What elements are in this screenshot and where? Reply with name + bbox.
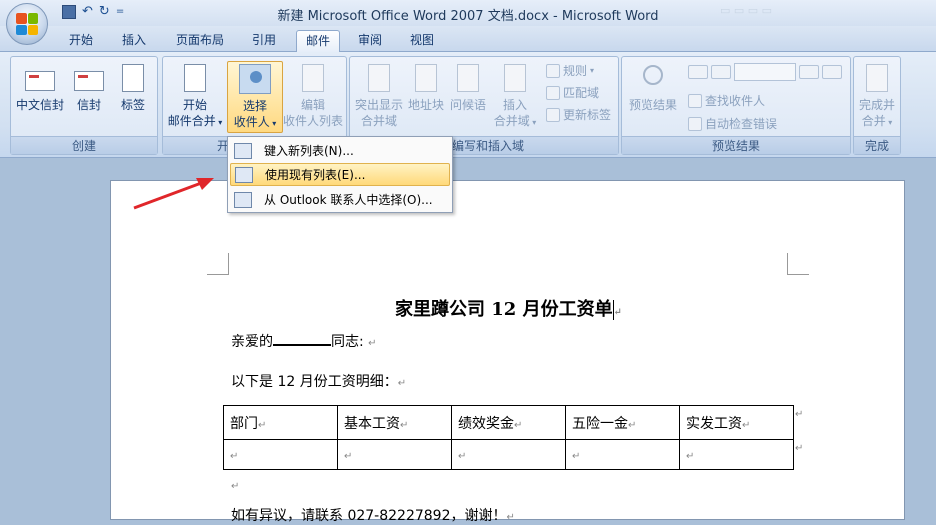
title-bar: ↶ ↻ = 新建 Microsoft Office Word 2007 文档.d… [0,0,936,26]
first-record-icon[interactable] [688,65,708,79]
name-blank [273,332,331,346]
envelope-button[interactable]: 信封 [71,63,107,113]
menu-item-outlook-contacts[interactable]: 从 Outlook 联系人中选择(O)... [230,188,450,211]
address-block-icon [415,64,437,92]
update-labels-icon [546,108,560,122]
document-title: 家里蹲公司 12 月份工资单↵ [395,299,622,320]
background-window-ghost: ▭ ▭ ▭ ▭ [720,4,773,17]
insert-merge-field-button[interactable]: 插入 合并域 ▾ [488,63,542,131]
new-list-icon [234,142,252,159]
window-title: 新建 Microsoft Office Word 2007 文档.docx - … [277,9,659,24]
select-recipients-button[interactable]: 选择 收件人 ▾ [227,61,283,133]
margin-corner-mark [787,253,809,275]
table-cell[interactable]: ↵ [451,439,566,470]
record-navigation [688,63,842,81]
recipients-people-icon [250,71,262,83]
insert-field-icon [504,64,526,92]
group-create: 中文信封 信封 标签 创建 [10,56,158,155]
margin-corner-mark [207,253,229,275]
greeting-icon [457,64,479,92]
finish-merge-icon [866,64,888,92]
office-logo-icon [16,13,38,35]
update-labels-button[interactable]: 更新标签 [546,107,611,123]
address-block-button[interactable]: 地址块 [406,63,446,113]
rules-icon [546,64,560,78]
tab-insert[interactable]: 插入 [113,30,155,52]
find-recipient-button[interactable]: 查找收件人 [688,93,765,109]
menu-item-type-new-list[interactable]: 键入新列表(N)... [230,139,450,162]
rules-button[interactable]: 规则 ▾ [546,63,594,79]
document-page[interactable]: 家里蹲公司 12 月份工资单↵ 亲爱的 同志: ↵ 以下是 12 月份工资明细：↵… [110,180,905,524]
row-end-mark: ↵ [795,443,804,454]
arrow-shaft [133,180,205,210]
match-fields-icon [546,86,560,100]
edit-list-icon [302,64,324,92]
annotation-arrow [133,178,214,210]
salary-table: 部门↵ 基本工资↵ 绩效奖金↵ 五险一金↵ 实发工资↵ ↵ ↵ ↵ ↵ ↵ [223,405,794,470]
table-row: ↵ ↵ ↵ ↵ ↵ [223,439,794,470]
previous-record-icon[interactable] [711,65,731,79]
envelope-icon [74,71,104,91]
office-button[interactable] [6,3,48,45]
table-header-cell[interactable]: 部门↵ [223,405,338,440]
table-header-row: 部门↵ 基本工资↵ 绩效奖金↵ 五险一金↵ 实发工资↵ [223,405,794,440]
greeting-line-button[interactable]: 问候语 [448,63,488,113]
table-cell[interactable]: ↵ [337,439,452,470]
finish-merge-button[interactable]: 完成并 合并 ▾ [854,63,900,131]
empty-paragraph: ↵ [231,481,240,492]
auto-check-errors-button[interactable]: 自动检查错误 [688,116,777,132]
group-label-create: 创建 [11,136,157,154]
table-cell[interactable]: ↵ [565,439,680,470]
table-header-cell[interactable]: 实发工资↵ [679,405,794,440]
start-mail-merge-button[interactable]: 开始 邮件合并 ▾ [165,63,225,131]
labels-icon [122,64,144,92]
tab-home[interactable]: 开始 [60,30,102,52]
table-header-cell[interactable]: 五险一金↵ [565,405,680,440]
preview-results-button[interactable]: 预览结果 [624,63,682,113]
group-label-preview: 预览结果 [622,136,850,154]
table-header-cell[interactable]: 基本工资↵ [337,405,452,440]
highlight-icon [368,64,390,92]
chinese-envelope-button[interactable]: 中文信封 [15,63,65,113]
intro-paragraph: 以下是 12 月份工资明细：↵ [231,374,407,390]
find-recipient-icon [688,94,702,108]
group-finish: 完成并 合并 ▾ 完成 [853,56,901,155]
edit-recipient-list-button[interactable]: 编辑 收件人列表 [281,63,345,129]
select-recipients-menu: 键入新列表(N)... 使用现有列表(E)... 从 Outlook 联系人中选… [227,136,453,213]
table-cell[interactable]: ↵ [223,439,338,470]
group-label-finish: 完成 [854,136,900,154]
row-end-mark: ↵ [795,409,804,420]
tab-references[interactable]: 引用 [243,30,285,52]
tab-review[interactable]: 审阅 [349,30,391,52]
tab-mailings[interactable]: 邮件 [296,30,340,52]
tab-view[interactable]: 视图 [401,30,443,52]
check-errors-icon [688,117,702,131]
labels-button[interactable]: 标签 [113,63,153,113]
existing-list-icon [235,166,253,183]
outlook-contacts-icon [234,191,252,208]
tab-page-layout[interactable]: 页面布局 [168,30,232,52]
ribbon: 中文信封 信封 标签 创建 开始 邮件合并 ▾ 选择 收件人 ▾ 编辑 收件人列… [0,52,936,158]
group-preview: 预览结果 查找收件人 自动检查错误 预览结果 [621,56,851,155]
highlight-merge-fields-button[interactable]: 突出显示 合并域 [352,63,406,129]
match-fields-button[interactable]: 匹配域 [546,85,599,101]
record-number-input[interactable] [734,63,796,81]
ribbon-tabs: 开始 插入 页面布局 引用 邮件 审阅 视图 [0,26,936,52]
next-record-icon[interactable] [799,65,819,79]
mail-merge-icon [184,64,206,92]
table-header-cell[interactable]: 绩效奖金↵ [451,405,566,440]
menu-item-use-existing-list[interactable]: 使用现有列表(E)... [230,163,450,186]
envelope-icon [25,71,55,91]
table-cell[interactable]: ↵ [679,439,794,470]
magnifier-icon [643,65,663,85]
last-record-icon[interactable] [822,65,842,79]
footer-paragraph: 如有异议，请联系 027-82227892，谢谢！↵ [231,508,515,524]
greeting-paragraph: 亲爱的 同志: ↵ [231,332,377,350]
